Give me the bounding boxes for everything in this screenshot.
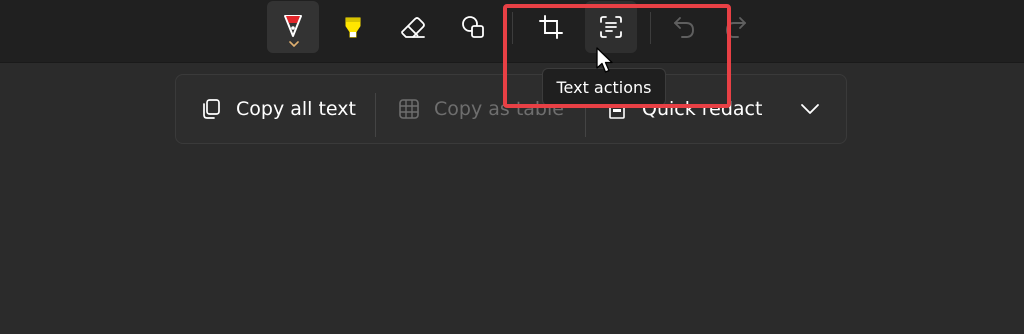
mouse-cursor-icon: [596, 47, 613, 73]
chevron-down-icon: [801, 104, 819, 114]
undo-button[interactable]: [658, 1, 710, 53]
toolbar-separator: [650, 12, 651, 44]
shapes-tool-button[interactable]: [447, 1, 499, 53]
crop-icon: [539, 15, 563, 39]
undo-icon: [674, 17, 694, 38]
pen-icon: [284, 15, 302, 37]
redo-icon: [726, 17, 746, 38]
text-actions-icon: [600, 16, 622, 38]
copy-all-text-label: Copy all text: [236, 98, 356, 120]
text-actions-tool-button[interactable]: [585, 1, 637, 53]
quick-redact-options-button[interactable]: [800, 75, 820, 143]
crop-tool-button[interactable]: [525, 1, 577, 53]
shapes-icon: [462, 16, 484, 38]
copy-icon: [203, 99, 220, 119]
copy-all-text-button[interactable]: Copy all text: [200, 75, 356, 143]
text-actions-bar: Copy all text Copy as table Quick redact: [175, 74, 847, 144]
chevron-down-icon[interactable]: [289, 41, 299, 47]
toolbar-separator: [512, 12, 513, 44]
eraser-tool-button[interactable]: [387, 1, 439, 53]
table-icon: [399, 99, 419, 119]
highlighter-icon: [345, 17, 361, 38]
redo-button[interactable]: [710, 1, 762, 53]
bar-separator: [375, 93, 376, 137]
highlighter-tool-button[interactable]: [327, 1, 379, 53]
top-toolbar: [0, 0, 1024, 63]
eraser-icon: [401, 17, 425, 38]
pen-tool-button[interactable]: [267, 1, 319, 53]
copy-as-table-button[interactable]: Copy as table: [398, 75, 564, 143]
